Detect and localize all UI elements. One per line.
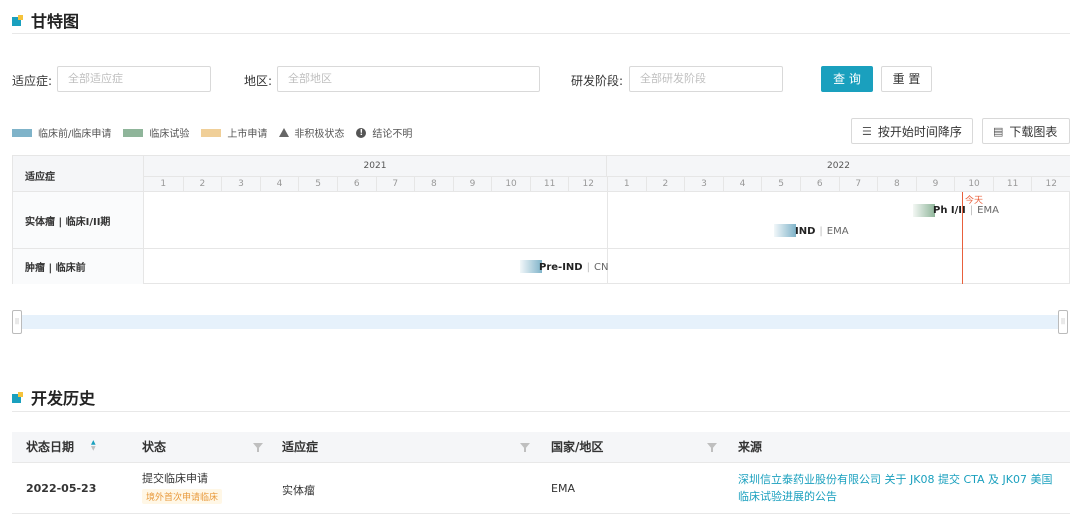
- legend-label: 临床前/临床申请: [38, 129, 112, 140]
- cell-date: 2022-05-23: [26, 482, 97, 495]
- divider: [12, 33, 1070, 34]
- month-tick: 8: [414, 177, 453, 191]
- region-label: 地区:: [244, 74, 273, 88]
- legend-swatch: [201, 128, 222, 137]
- indication-label: 适应症:: [12, 74, 53, 88]
- month-tick: 5: [298, 177, 337, 191]
- month-tick: 4: [259, 177, 299, 191]
- cell-region: EMA: [551, 482, 575, 495]
- month-tick: 7: [375, 177, 415, 191]
- month-tick: 2: [182, 177, 222, 191]
- divider: [12, 411, 1070, 412]
- source-link[interactable]: 深圳信立泰药业股份有限公司 关于 JK08 提交 CTA 及 JK07 美国临床…: [738, 471, 1054, 505]
- legend-item-clinical: 临床试验: [123, 125, 189, 140]
- sort-button-label: 按开始时间降序: [877, 124, 962, 139]
- column-header-region: 国家/地区: [551, 440, 604, 454]
- cell-indication: 实体瘤: [282, 484, 315, 497]
- indication-select[interactable]: 全部适应症: [57, 66, 211, 92]
- month-tick: 12: [1031, 177, 1070, 191]
- gantt-bar-label: Pre-IND | CN: [539, 262, 609, 273]
- month-tick: 7: [838, 177, 878, 191]
- gantt-bar-label: IND | EMA: [795, 226, 849, 237]
- reset-button[interactable]: 重 置: [881, 66, 932, 92]
- month-tick: 11: [992, 177, 1032, 191]
- filter-icon[interactable]: [253, 443, 263, 452]
- download-button-label: 下载图表: [1009, 124, 1058, 139]
- month-tick: 9: [915, 177, 955, 191]
- month-tick: 3: [221, 177, 260, 191]
- cell-status: 提交临床申请 境外首次申请临床: [142, 470, 223, 504]
- table-header: 状态日期 ▲ ▼ 状态 适应症 国家/地区 来源: [12, 432, 1070, 463]
- sort-icon: ☰: [862, 124, 872, 138]
- legend-item-inactive: 非积极状态: [279, 125, 344, 140]
- download-icon: ▤: [993, 124, 1004, 138]
- gantt-title: 甘特图: [31, 12, 80, 31]
- month-tick: 6: [799, 177, 839, 191]
- year-2022: 2022: [607, 156, 1070, 177]
- gantt-bar-ind[interactable]: [774, 224, 796, 237]
- gantt-row-label: 实体瘤 | 临床I/II期: [13, 192, 144, 248]
- month-tick: 11: [529, 177, 569, 191]
- column-header-source: 来源: [738, 440, 763, 454]
- legend-item-market: 上市申请: [201, 125, 267, 140]
- month-tick: 10: [954, 177, 993, 191]
- today-label: 今天: [965, 196, 984, 206]
- legend-item-unclear: ! 结论不明: [356, 125, 412, 140]
- month-tick: 10: [491, 177, 530, 191]
- section-marker-icon: [12, 14, 23, 26]
- info-circle-icon: !: [356, 127, 367, 138]
- gantt-bar-ph12[interactable]: [913, 204, 935, 217]
- gantt-chart: 适应症 2021 2022 1 2 3 4 5 6 7 8 9 10 11 12 1 2 3 4 5 6 7 8 9 10…: [12, 155, 1070, 284]
- month-tick: 4: [722, 177, 762, 191]
- month-tick: 1: [160, 179, 167, 189]
- filter-icon[interactable]: [520, 443, 530, 452]
- month-tick: 3: [684, 177, 723, 191]
- slider-handle-left[interactable]: ||: [12, 310, 22, 334]
- sort-button[interactable]: ☰ 按开始时间降序: [851, 118, 973, 144]
- stage-select[interactable]: 全部研发阶段: [629, 66, 783, 92]
- column-header-date[interactable]: 状态日期: [26, 432, 74, 463]
- stage-label: 研发阶段:: [571, 74, 624, 88]
- history-section-title: 开发历史: [12, 385, 95, 409]
- gantt-timeline-header: 2021 2022 1 2 3 4 5 6 7 8 9 10 11 12 1 2 3 4 5 6 7 8 9 10 11 12: [144, 156, 1070, 192]
- month-tick: 6: [336, 177, 376, 191]
- legend-label: 临床试验: [149, 129, 190, 140]
- download-chart-button[interactable]: ▤ 下载图表: [982, 118, 1070, 144]
- status-tag: 境外首次申请临床: [142, 489, 223, 504]
- legend-item-preclinical: 临床前/临床申请: [12, 125, 111, 140]
- legend-label: 上市申请: [227, 129, 268, 140]
- table-row: 2022-05-23 提交临床申请 境外首次申请临床 实体瘤 EMA 深圳信立泰…: [12, 463, 1070, 514]
- column-header-indication: 适应症: [282, 440, 319, 454]
- today-line: [962, 192, 963, 284]
- month-tick: 9: [452, 177, 492, 191]
- legend-swatch: [123, 128, 144, 137]
- section-marker-icon: [12, 391, 23, 403]
- month-tick: 5: [761, 177, 800, 191]
- sort-caret-icon[interactable]: ▲ ▼: [91, 440, 96, 452]
- column-header-status: 状态: [142, 440, 167, 454]
- history-title: 开发历史: [31, 389, 96, 408]
- row-divider: [13, 248, 1070, 249]
- status-text: 提交临床申请: [142, 472, 208, 485]
- gantt-header-label: 适应症: [13, 156, 144, 192]
- slider-handle-right[interactable]: ||: [1058, 310, 1068, 334]
- legend-swatch: [12, 128, 32, 137]
- query-button[interactable]: 查 询: [821, 66, 873, 92]
- month-tick: 8: [877, 177, 916, 191]
- gantt-row-label: 肿瘤 | 临床前: [13, 249, 144, 284]
- filter-icon[interactable]: [707, 443, 717, 452]
- timeline-slider-track[interactable]: [16, 315, 1062, 329]
- legend-label: 非积极状态: [294, 129, 345, 140]
- region-select[interactable]: 全部地区: [277, 66, 540, 92]
- triangle-icon: [279, 128, 290, 137]
- month-tick: 12: [568, 177, 607, 191]
- month-tick: 2: [645, 177, 685, 191]
- legend-label: 结论不明: [372, 129, 413, 140]
- year-2021: 2021: [144, 156, 607, 177]
- gantt-section-title: 甘特图: [12, 8, 79, 32]
- gantt-legend: 临床前/临床申请 临床试验 上市申请 非积极状态 ! 结论不明: [12, 125, 424, 140]
- month-tick: 1: [607, 177, 646, 191]
